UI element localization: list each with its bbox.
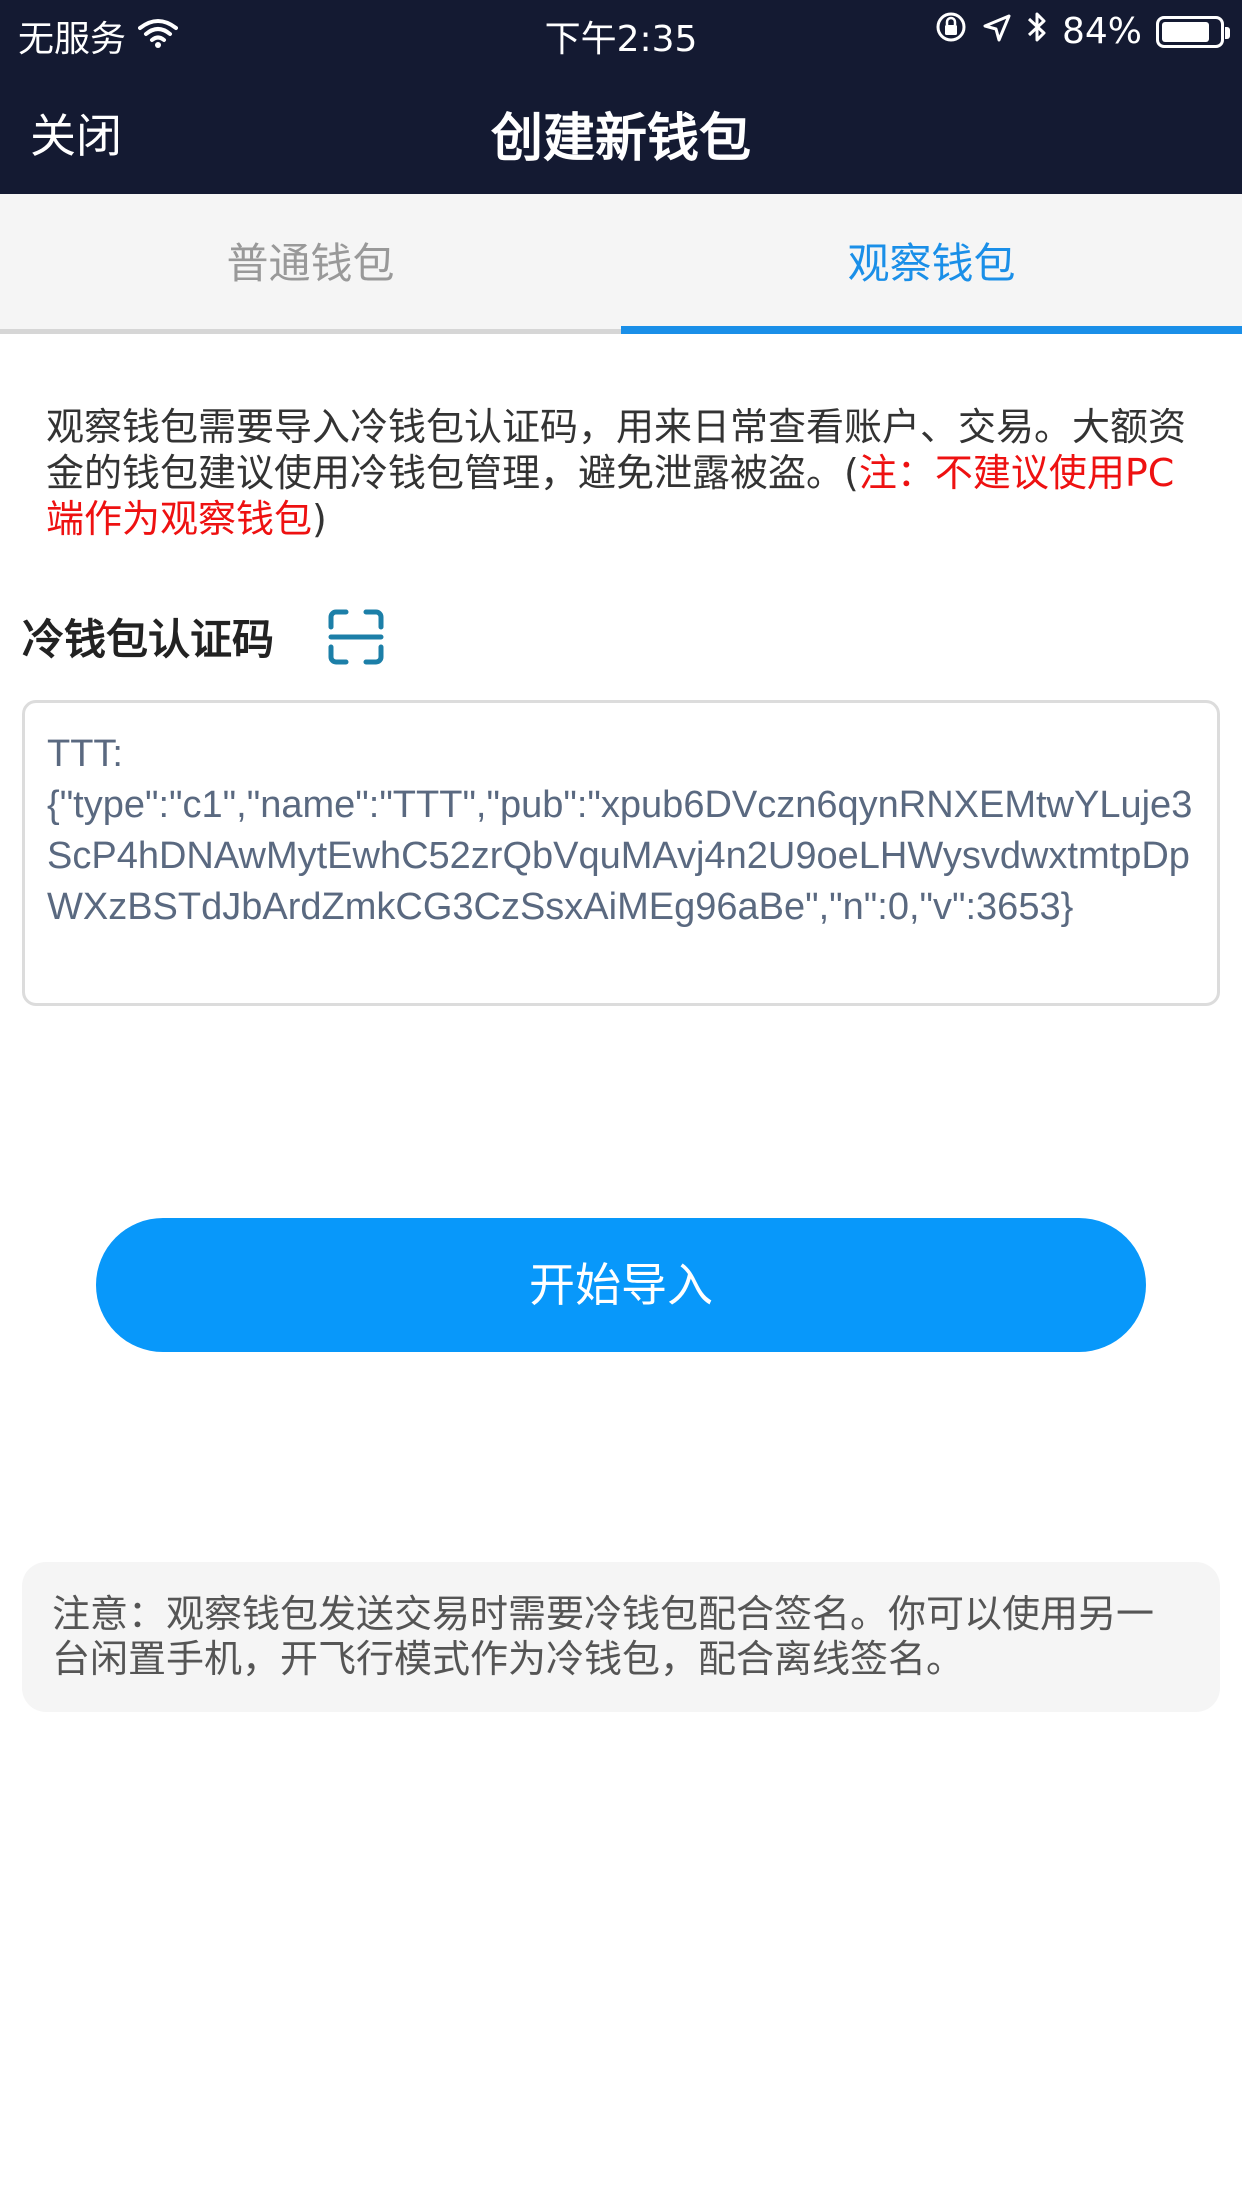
nav-bar: 关闭 创建新钱包: [0, 62, 1242, 194]
screen: 无服务 下午2:35 84% 关闭 创建新钱包 普通钱包 观察钱包 观察钱包需要…: [0, 0, 1242, 2208]
battery-fill: [1162, 21, 1209, 42]
page-title: 创建新钱包: [490, 109, 751, 169]
header: 无服务 下午2:35 84% 关闭 创建新钱包: [0, 0, 1242, 194]
status-right: 84%: [934, 10, 1230, 53]
tab-underline-active: [621, 326, 1242, 334]
orientation-lock-icon: [934, 10, 968, 53]
wallet-type-tabs: 普通钱包 观察钱包: [0, 194, 1242, 334]
location-icon: [982, 11, 1012, 52]
auth-code-input[interactable]: TTT: {"type":"c1","name":"TTT","pub":"xp…: [22, 700, 1220, 1006]
notice-text: 注意：观察钱包发送交易时需要冷钱包配合签名。你可以使用另一台闲置手机，开飞行模式…: [52, 1592, 1155, 1681]
tab-label: 观察钱包: [847, 239, 1016, 288]
auth-code-value: TTT: {"type":"c1","name":"TTT","pub":"xp…: [47, 733, 1193, 928]
status-bar: 无服务 下午2:35 84%: [0, 0, 1242, 62]
field-label-row: 冷钱包认证码: [22, 606, 384, 667]
tab-label: 普通钱包: [226, 239, 395, 288]
description-close: ): [312, 497, 327, 541]
tab-normal-wallet[interactable]: 普通钱包: [0, 194, 621, 334]
notice-box: 注意：观察钱包发送交易时需要冷钱包配合签名。你可以使用另一台闲置手机，开飞行模式…: [22, 1562, 1220, 1712]
field-label: 冷钱包认证码: [22, 615, 275, 664]
battery-nub: [1225, 26, 1230, 39]
bluetooth-icon: [1026, 10, 1048, 53]
tab-watch-wallet[interactable]: 观察钱包: [621, 194, 1242, 334]
description-text: 观察钱包需要导入冷钱包认证码，用来日常查看账户、交易。大额资金的钱包建议使用冷钱…: [46, 404, 1206, 542]
scan-icon[interactable]: [328, 609, 384, 665]
battery-icon: [1156, 15, 1230, 48]
battery-percent: 84%: [1061, 11, 1142, 52]
start-import-button[interactable]: 开始导入: [96, 1218, 1146, 1352]
tab-underline: [0, 329, 621, 334]
